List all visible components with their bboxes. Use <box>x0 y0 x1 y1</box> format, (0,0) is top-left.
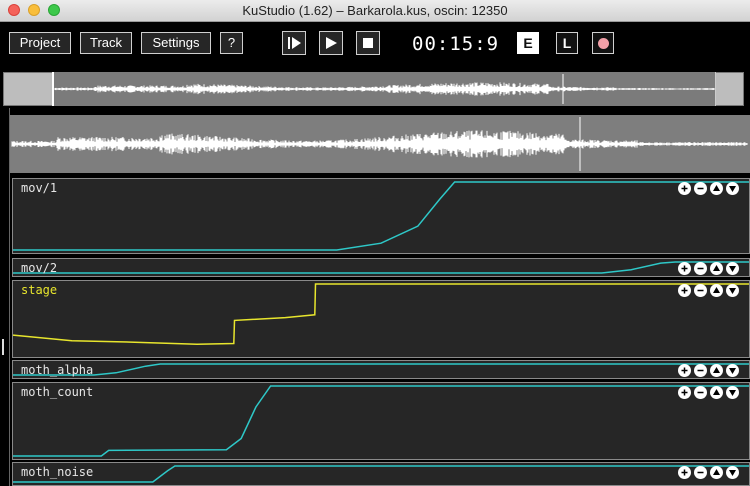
track-moth-count[interactable]: moth_count <box>12 382 750 460</box>
plus-circle-icon[interactable] <box>678 284 691 297</box>
track-name: moth_alpha <box>21 363 94 377</box>
plus-circle-icon[interactable] <box>678 364 691 377</box>
track-curve-moth-alpha[interactable] <box>13 361 749 378</box>
overview-waveform <box>54 74 715 104</box>
track-controls <box>675 364 739 378</box>
track-name: mov/1 <box>21 181 58 195</box>
track-mov-2[interactable]: mov/2 <box>12 258 750 277</box>
track-controls <box>675 182 739 196</box>
track-curve-moth-noise[interactable] <box>13 463 749 485</box>
arrow-up-circle-icon[interactable] <box>710 284 723 297</box>
minus-circle-icon[interactable] <box>694 386 707 399</box>
track-curve-stage[interactable] <box>13 281 749 357</box>
arrow-down-circle-icon[interactable] <box>726 386 739 399</box>
plus-circle-icon[interactable] <box>678 182 691 195</box>
minus-circle-icon[interactable] <box>694 262 707 275</box>
timeline-divider <box>9 108 10 486</box>
minus-circle-icon[interactable] <box>694 182 707 195</box>
track-stage[interactable]: stage <box>12 280 750 358</box>
arrow-up-circle-icon[interactable] <box>710 262 723 275</box>
track-controls <box>675 386 739 400</box>
plus-circle-icon[interactable] <box>678 386 691 399</box>
app-window: KuStudio (1.62) – Barkarola.kus, oscin: … <box>0 0 750 486</box>
track-curve-mov-2[interactable] <box>13 259 749 276</box>
arrow-down-circle-icon[interactable] <box>726 262 739 275</box>
minus-circle-icon[interactable] <box>694 284 707 297</box>
track-moth-alpha[interactable]: moth_alpha <box>12 360 750 379</box>
minus-circle-icon[interactable] <box>694 364 707 377</box>
track-controls <box>675 262 739 276</box>
plus-circle-icon[interactable] <box>678 466 691 479</box>
track-name: stage <box>21 283 58 297</box>
minus-circle-icon[interactable] <box>694 466 707 479</box>
detail-waveform <box>11 117 748 171</box>
arrow-down-circle-icon[interactable] <box>726 364 739 377</box>
playhead-marker[interactable] <box>2 339 4 355</box>
track-controls <box>675 466 739 480</box>
arrow-up-circle-icon[interactable] <box>710 466 723 479</box>
track-name: moth_count <box>21 385 94 399</box>
track-curve-mov-1[interactable] <box>13 179 749 253</box>
arrow-up-circle-icon[interactable] <box>710 364 723 377</box>
arrow-down-circle-icon[interactable] <box>726 466 739 479</box>
arrow-down-circle-icon[interactable] <box>726 284 739 297</box>
track-name: moth_noise <box>21 465 94 479</box>
track-mov-1[interactable]: mov/1 <box>12 178 750 254</box>
track-name: mov/2 <box>21 261 58 275</box>
arrow-up-circle-icon[interactable] <box>710 386 723 399</box>
track-curve-moth-count[interactable] <box>13 383 749 459</box>
track-controls <box>675 284 739 298</box>
track-moth-noise[interactable]: moth_noise <box>12 462 750 486</box>
plus-circle-icon[interactable] <box>678 262 691 275</box>
arrow-up-circle-icon[interactable] <box>710 182 723 195</box>
arrow-down-circle-icon[interactable] <box>726 182 739 195</box>
waveform-detail[interactable] <box>10 115 750 173</box>
